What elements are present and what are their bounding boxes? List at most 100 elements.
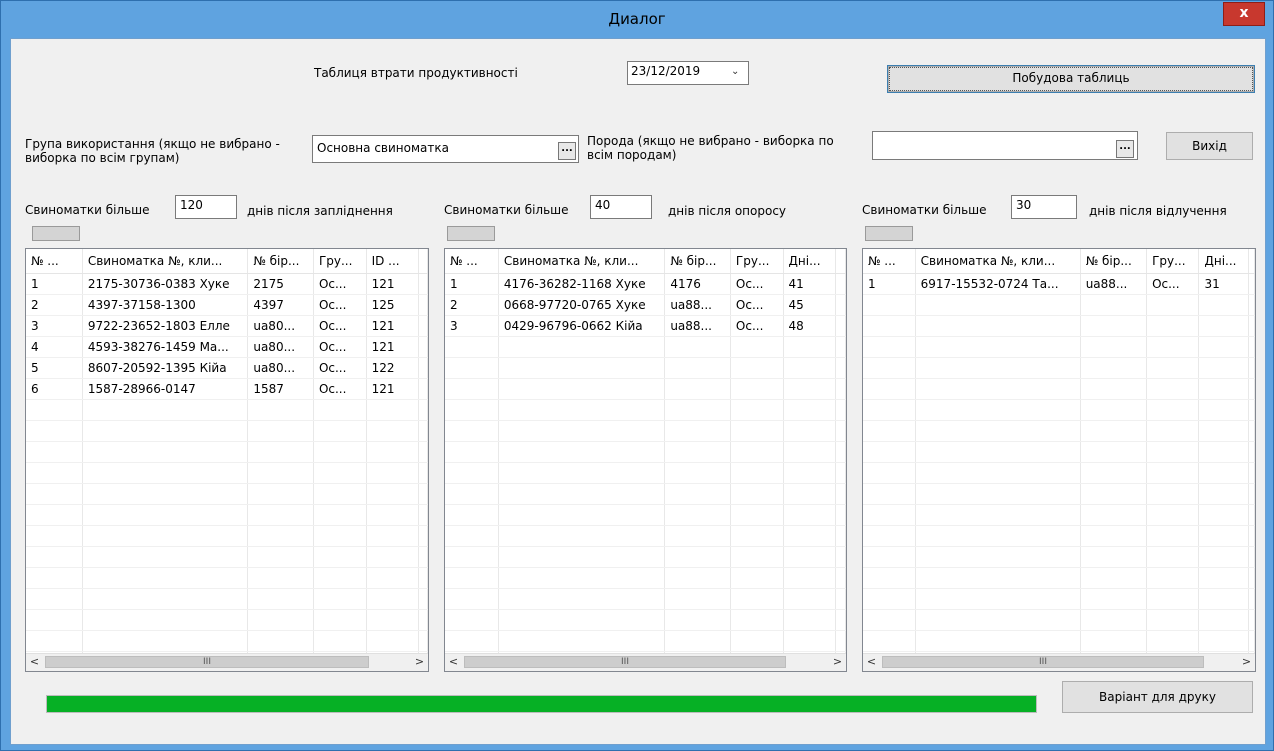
group-browse-button[interactable]: ... xyxy=(558,142,576,160)
table-cell xyxy=(1080,336,1148,358)
table-cell xyxy=(915,399,1081,421)
column-header[interactable]: Гру... xyxy=(313,249,367,274)
table-cell xyxy=(247,630,314,652)
empty-row xyxy=(445,462,846,484)
close-button[interactable]: x xyxy=(1223,2,1265,26)
group-field[interactable]: Основна свиноматка xyxy=(312,135,579,163)
breed-browse-button[interactable]: ... xyxy=(1116,140,1134,158)
table-cell-filler xyxy=(1248,336,1255,358)
table-cell xyxy=(1198,399,1249,421)
column-header-filler xyxy=(418,249,428,274)
empty-row xyxy=(445,630,846,652)
table-cell xyxy=(247,399,314,421)
exit-button[interactable]: Вихід xyxy=(1166,132,1253,160)
date-picker[interactable]: 23/12/2019 ⌄ xyxy=(627,61,749,85)
empty-row xyxy=(445,567,846,589)
table-cell-filler xyxy=(1248,525,1255,547)
print-version-button[interactable]: Варіант для друку xyxy=(1062,681,1253,713)
table-cell xyxy=(1146,546,1200,568)
table-cell xyxy=(915,504,1081,526)
scroll-right-icon[interactable]: > xyxy=(1238,654,1255,671)
table-cell xyxy=(1198,546,1249,568)
panel1-hscrollbar[interactable]: < III > xyxy=(26,653,428,671)
scroll-thumb[interactable]: III xyxy=(464,656,786,668)
table-row[interactable]: 3 9722-23652-1803 Елле ua80... Ос... 121 xyxy=(26,315,428,337)
scroll-left-icon[interactable]: < xyxy=(26,654,43,671)
table-cell-filler xyxy=(835,399,846,421)
table-cell: 121 xyxy=(366,315,420,337)
breed-field[interactable] xyxy=(872,131,1138,160)
table-cell xyxy=(1198,357,1249,379)
table-cell-filler xyxy=(835,609,846,631)
panel1-grid[interactable]: № ... Свиноматка №, кли... № бір... Гру.… xyxy=(25,248,429,672)
table-row[interactable]: 1 6917-15532-0724 Та... ua88... Ос... 31 xyxy=(863,273,1255,295)
panel1-small-button[interactable] xyxy=(32,226,80,241)
table-cell xyxy=(783,399,837,421)
table-cell xyxy=(247,462,314,484)
scroll-left-icon[interactable]: < xyxy=(863,654,880,671)
scroll-right-icon[interactable]: > xyxy=(411,654,428,671)
build-tables-button[interactable]: Побудова таблиць xyxy=(887,65,1255,93)
table-cell xyxy=(82,630,249,652)
table-cell xyxy=(82,567,249,589)
column-header[interactable]: Дні... xyxy=(1198,249,1249,274)
progress-bar xyxy=(46,695,1037,713)
panel2-prefix: Свиноматки більше xyxy=(444,203,569,217)
table-cell xyxy=(82,504,249,526)
table-cell-filler xyxy=(418,378,428,400)
table-cell xyxy=(1198,378,1249,400)
table-row[interactable]: 1 2175-30736-0383 Хуке 2175 Ос... 121 xyxy=(26,273,428,295)
table-cell: 6 xyxy=(26,378,83,400)
column-header[interactable]: № бір... xyxy=(664,249,731,274)
table-cell xyxy=(863,525,916,547)
panel2-days-input[interactable]: 40 xyxy=(590,195,652,219)
column-header[interactable]: Свиноматка №, кли... xyxy=(498,249,666,274)
panel3-grid[interactable]: № ... Свиноматка №, кли... № бір... Гру.… xyxy=(862,248,1256,672)
scroll-right-icon[interactable]: > xyxy=(829,654,846,671)
panel3-small-button[interactable] xyxy=(865,226,913,241)
title-bar[interactable]: Диалог x xyxy=(1,1,1273,37)
table-cell xyxy=(730,399,784,421)
table-row[interactable]: 1 4176-36282-1168 Хуке 4176 Ос... 41 xyxy=(445,273,846,295)
column-header[interactable]: № ... xyxy=(26,249,83,274)
table-cell xyxy=(1146,315,1200,337)
empty-row xyxy=(26,546,428,568)
table-row[interactable]: 3 0429-96796-0662 Кійа ua88... Ос... 48 xyxy=(445,315,846,337)
table-row[interactable]: 4 4593-38276-1459 Ма... ua80... Ос... 121 xyxy=(26,336,428,358)
table-cell: Ос... xyxy=(313,357,367,379)
table-row[interactable]: 6 1587-28966-0147 1587 Ос... 121 xyxy=(26,378,428,400)
column-header[interactable]: Свиноматка №, кли... xyxy=(82,249,249,274)
table-row[interactable]: 2 0668-97720-0765 Хуке ua88... Ос... 45 xyxy=(445,294,846,316)
column-header[interactable]: Гру... xyxy=(1146,249,1200,274)
panel2-small-button[interactable] xyxy=(447,226,495,241)
scroll-thumb[interactable]: III xyxy=(882,656,1204,668)
table-cell xyxy=(1080,588,1148,610)
column-header[interactable]: Гру... xyxy=(730,249,784,274)
panel3-days-input[interactable]: 30 xyxy=(1011,195,1077,219)
column-header[interactable]: Свиноматка №, кли... xyxy=(915,249,1081,274)
chevron-down-icon[interactable]: ⌄ xyxy=(731,66,739,77)
table-cell xyxy=(783,378,837,400)
panel1-days-input[interactable]: 120 xyxy=(175,195,237,219)
empty-row xyxy=(863,483,1255,505)
column-header[interactable]: № ... xyxy=(445,249,499,274)
table-row[interactable]: 5 8607-20592-1395 Кійа ua80... Ос... 122 xyxy=(26,357,428,379)
table-cell xyxy=(730,357,784,379)
column-header[interactable]: Дні... xyxy=(783,249,837,274)
panel2-hscrollbar[interactable]: < III > xyxy=(445,653,846,671)
panel3-hscrollbar[interactable]: < III > xyxy=(863,653,1255,671)
breed-label: Порода (якщо не вибрано - виборка по всі… xyxy=(587,134,834,162)
column-header[interactable]: ID ... xyxy=(366,249,420,274)
scroll-thumb[interactable]: III xyxy=(45,656,369,668)
table-cell xyxy=(26,588,83,610)
table-cell xyxy=(313,588,367,610)
table-cell-filler xyxy=(1248,357,1255,379)
table-cell xyxy=(445,378,499,400)
scroll-left-icon[interactable]: < xyxy=(445,654,462,671)
table-row[interactable]: 2 4397-37158-1300 4397 Ос... 125 xyxy=(26,294,428,316)
column-header[interactable]: № ... xyxy=(863,249,916,274)
table-cell-filler xyxy=(418,336,428,358)
column-header[interactable]: № бір... xyxy=(247,249,314,274)
panel2-grid[interactable]: № ... Свиноматка №, кли... № бір... Гру.… xyxy=(444,248,847,672)
column-header[interactable]: № бір... xyxy=(1080,249,1148,274)
